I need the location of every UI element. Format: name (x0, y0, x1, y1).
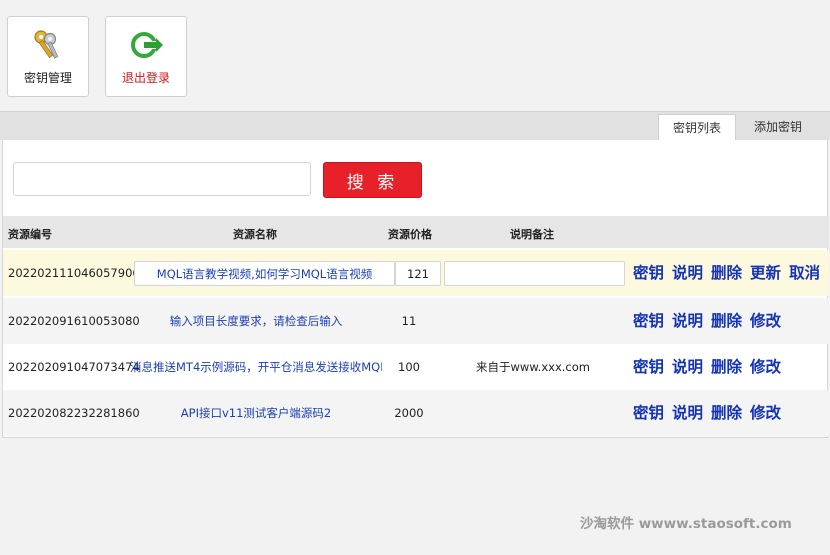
row-id: 202202091047073474 (8, 360, 140, 374)
row-price: 11 (401, 314, 417, 328)
row-note (443, 298, 623, 344)
price-edit-input[interactable] (395, 261, 441, 286)
row-price: 100 (398, 360, 420, 374)
logout-icon (131, 32, 163, 58)
logout-button[interactable]: 退出登录 (105, 16, 187, 97)
table-row: 202202082232281860 API接口v11测试客户端源码2 2000… (3, 390, 829, 436)
header-name: 资源名称 (233, 228, 277, 241)
cancel-link[interactable]: 取消 (789, 264, 820, 282)
row-note: 来自于www.xxx.com (476, 360, 590, 374)
row-id: 202202111046057906 (8, 266, 140, 280)
header-id: 资源编号 (8, 228, 52, 241)
modify-link[interactable]: 修改 (750, 358, 781, 376)
row-note (443, 390, 623, 436)
header-note: 说明备注 (510, 228, 554, 241)
table-header: 资源编号 资源名称 资源价格 说明备注 (3, 216, 829, 248)
description-link[interactable]: 说明 (672, 312, 703, 330)
row-id: 202202082232281860 (8, 406, 140, 420)
search-button[interactable]: 搜 索 (323, 162, 422, 198)
description-link[interactable]: 说明 (672, 404, 703, 422)
keys-icon (34, 30, 59, 59)
update-link[interactable]: 更新 (750, 264, 781, 282)
row-actions: 密钥 说明 删除 修改 (633, 344, 789, 390)
delete-link[interactable]: 删除 (711, 404, 742, 422)
row-name-link[interactable]: 输入项目长度要求，请检查后输入 (130, 298, 382, 344)
key-management-label: 密钥管理 (23, 71, 72, 85)
table-row: 202202091610053080 输入项目长度要求，请检查后输入 11 密钥… (3, 298, 829, 344)
row-id: 202202091610053080 (8, 314, 140, 328)
top-toolbar: 密钥管理 退出登录 (0, 0, 830, 110)
note-edit-input[interactable] (444, 261, 625, 286)
tab-key-list[interactable]: 密钥列表 (658, 114, 737, 142)
description-link[interactable]: 说明 (672, 358, 703, 376)
key-link[interactable]: 密钥 (633, 358, 664, 376)
name-edit-input[interactable] (134, 261, 395, 286)
modify-link[interactable]: 修改 (750, 312, 781, 330)
row-actions: 密钥 说明 删除 修改 (633, 390, 789, 436)
key-link[interactable]: 密钥 (633, 312, 664, 330)
table-row: 202202111046057906 密钥说明删除更新取消 (3, 250, 829, 296)
delete-link[interactable]: 删除 (711, 264, 742, 282)
row-actions: 密钥 说明 删除 更新 取消 (633, 250, 828, 296)
key-list-panel: 搜 索 资源编号 资源名称 资源价格 说明备注 2022021110460579… (2, 140, 829, 438)
modify-link[interactable]: 修改 (750, 404, 781, 422)
key-link[interactable]: 密钥 (633, 264, 664, 282)
key-management-button[interactable]: 密钥管理 (7, 16, 89, 97)
logout-label: 退出登录 (121, 71, 170, 85)
watermark-text: 沙淘软件 wwww.staosoft.com (580, 516, 792, 532)
key-link[interactable]: 密钥 (633, 404, 664, 422)
header-price: 资源价格 (388, 228, 432, 241)
search-input[interactable] (13, 162, 311, 196)
delete-link[interactable]: 删除 (711, 312, 742, 330)
description-link[interactable]: 说明 (672, 264, 703, 282)
tab-strip: 密钥列表 添加密钥 (0, 111, 830, 142)
row-name-link[interactable]: API接口v11测试客户端源码2 (130, 390, 382, 436)
row-name-link[interactable]: 消息推送MT4示例源码，开平仓消息发送接收MQL... (130, 344, 382, 390)
row-price: 2000 (394, 406, 424, 420)
delete-link[interactable]: 删除 (711, 358, 742, 376)
table-row: 202202091047073474 消息推送MT4示例源码，开平仓消息发送接收… (3, 344, 829, 390)
tab-add-key[interactable]: 添加密钥 (740, 114, 816, 142)
row-actions: 密钥 说明 删除 修改 (633, 298, 789, 344)
